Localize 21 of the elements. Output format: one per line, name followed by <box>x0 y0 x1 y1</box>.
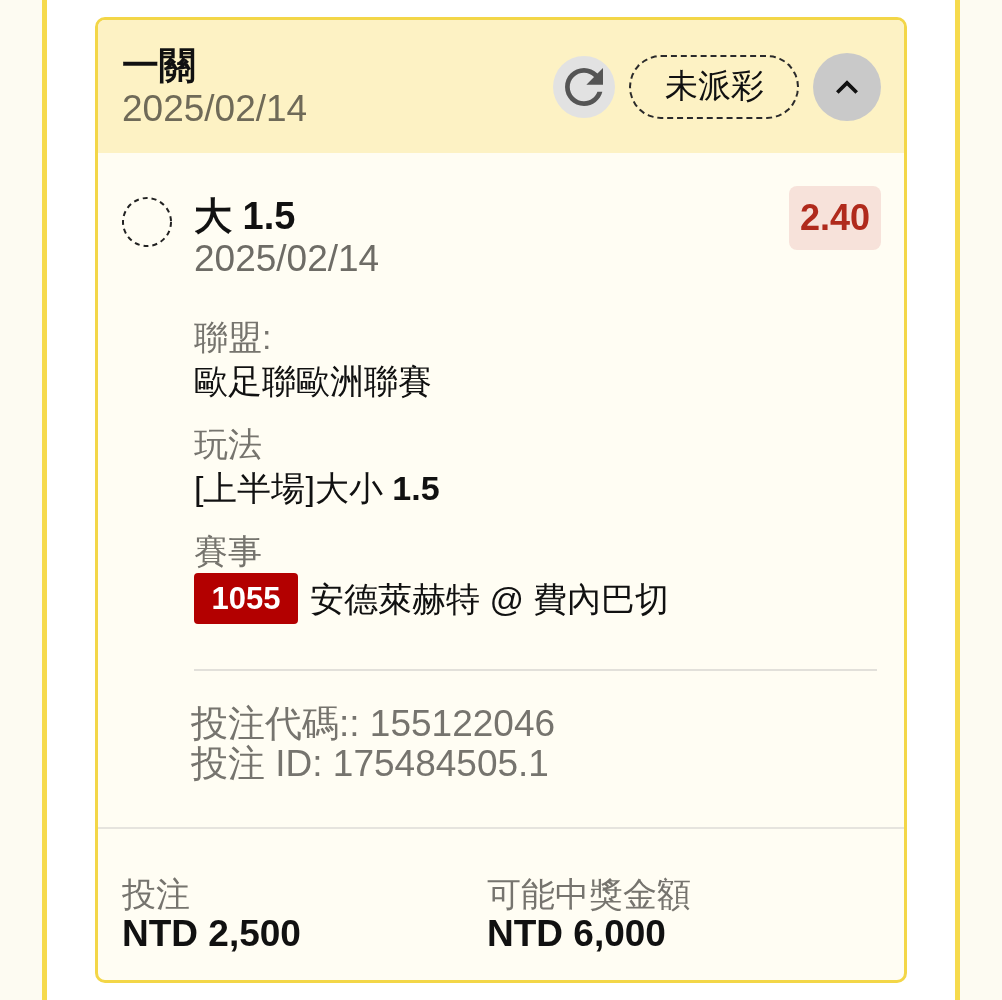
bet-title: 一關 <box>122 43 197 88</box>
field-value: [上半場]大小 1.5 <box>194 468 441 509</box>
event-number-badge: 1055 <box>194 573 298 624</box>
status-badge: 未派彩 <box>629 54 799 119</box>
field-label: 聯盟: <box>194 317 273 358</box>
refresh-icon <box>565 67 603 106</box>
summary-label: 投注 <box>122 874 191 914</box>
bet-date: 2025/02/14 <box>122 87 308 130</box>
summary-label: 可能中獎金額 <box>487 874 692 914</box>
odds-badge: 2.40 <box>788 186 881 250</box>
match-name: 安德萊赫特 @ 費內巴切 <box>310 578 670 620</box>
bet-code: 投注 ID: 175484505.1 <box>191 744 550 784</box>
chevron-up-icon <box>836 79 858 94</box>
field-label: 賽事 <box>194 531 263 572</box>
selection-name: 大 1.5 <box>194 194 297 238</box>
selection-date: 2025/02/14 <box>194 238 381 280</box>
bet-code: 投注代碼:: 155122046 <box>191 704 557 744</box>
summary-amount: NTD 6,000 <box>487 914 667 954</box>
summary-amount: NTD 2,500 <box>122 914 302 954</box>
field-label: 玩法 <box>194 424 263 465</box>
field-value: 歐足聯歐洲聯賽 <box>194 361 433 402</box>
